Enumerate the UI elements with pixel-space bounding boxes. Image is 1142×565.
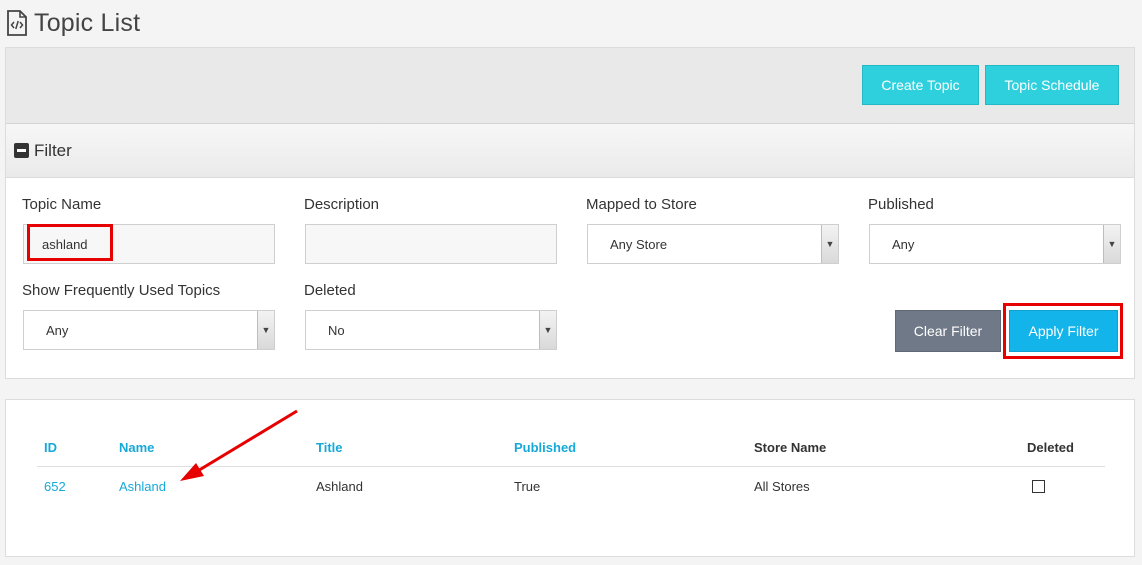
row-id-link[interactable]: 652 bbox=[44, 479, 66, 494]
frequent-topics-select[interactable]: Any ▼ bbox=[23, 310, 275, 350]
row-published: True bbox=[514, 479, 541, 494]
column-header-store-name: Store Name bbox=[754, 440, 827, 455]
create-topic-button[interactable]: Create Topic bbox=[862, 65, 979, 105]
chevron-down-icon[interactable]: ▼ bbox=[539, 311, 556, 349]
row-title: Ashland bbox=[316, 479, 363, 494]
apply-filter-highlight bbox=[1003, 303, 1123, 359]
page-title: Topic List bbox=[34, 8, 141, 37]
results-table: ID Name Title Published Store Name Delet… bbox=[5, 399, 1135, 557]
page-header: Topic List bbox=[0, 0, 1142, 46]
chevron-down-icon[interactable]: ▼ bbox=[821, 225, 838, 263]
frequent-topics-value: Any bbox=[46, 322, 69, 338]
filter-panel: Create Topic Topic Schedule Filter Topic… bbox=[5, 47, 1135, 379]
column-header-name[interactable]: Name bbox=[119, 440, 154, 455]
column-header-deleted: Deleted bbox=[1027, 440, 1074, 455]
published-label: Published bbox=[868, 196, 934, 213]
clear-filter-button[interactable]: Clear Filter bbox=[895, 310, 1001, 352]
toolbar: Create Topic Topic Schedule bbox=[6, 48, 1134, 124]
deleted-value: No bbox=[328, 322, 345, 338]
published-value: Any bbox=[892, 236, 915, 252]
mapped-store-label: Mapped to Store bbox=[586, 196, 697, 213]
mapped-store-select[interactable]: Any Store ▼ bbox=[587, 224, 839, 264]
topic-name-label: Topic Name bbox=[22, 196, 102, 213]
topic-name-highlight bbox=[27, 224, 113, 261]
frequent-topics-label: Show Frequently Used Topics bbox=[22, 282, 221, 299]
deleted-label: Deleted bbox=[304, 282, 356, 299]
mapped-store-value: Any Store bbox=[610, 236, 668, 252]
code-document-icon bbox=[7, 10, 27, 36]
deleted-select[interactable]: No ▼ bbox=[305, 310, 557, 350]
description-input[interactable] bbox=[305, 224, 557, 264]
description-label: Description bbox=[304, 196, 380, 213]
chevron-down-icon[interactable]: ▼ bbox=[257, 311, 274, 349]
row-name-link[interactable]: Ashland bbox=[119, 479, 166, 494]
minus-square-icon[interactable] bbox=[14, 143, 29, 158]
column-header-title[interactable]: Title bbox=[316, 440, 343, 455]
header-divider bbox=[37, 466, 1105, 467]
chevron-down-icon[interactable]: ▼ bbox=[1103, 225, 1120, 263]
column-header-published[interactable]: Published bbox=[514, 440, 576, 455]
filter-header[interactable]: Filter bbox=[6, 124, 1134, 178]
column-header-id[interactable]: ID bbox=[44, 440, 57, 455]
filter-title: Filter bbox=[34, 140, 72, 160]
row-deleted-checkbox[interactable] bbox=[1032, 480, 1045, 493]
row-store-name: All Stores bbox=[754, 479, 810, 494]
published-select[interactable]: Any ▼ bbox=[869, 224, 1121, 264]
topic-schedule-button[interactable]: Topic Schedule bbox=[985, 65, 1119, 105]
